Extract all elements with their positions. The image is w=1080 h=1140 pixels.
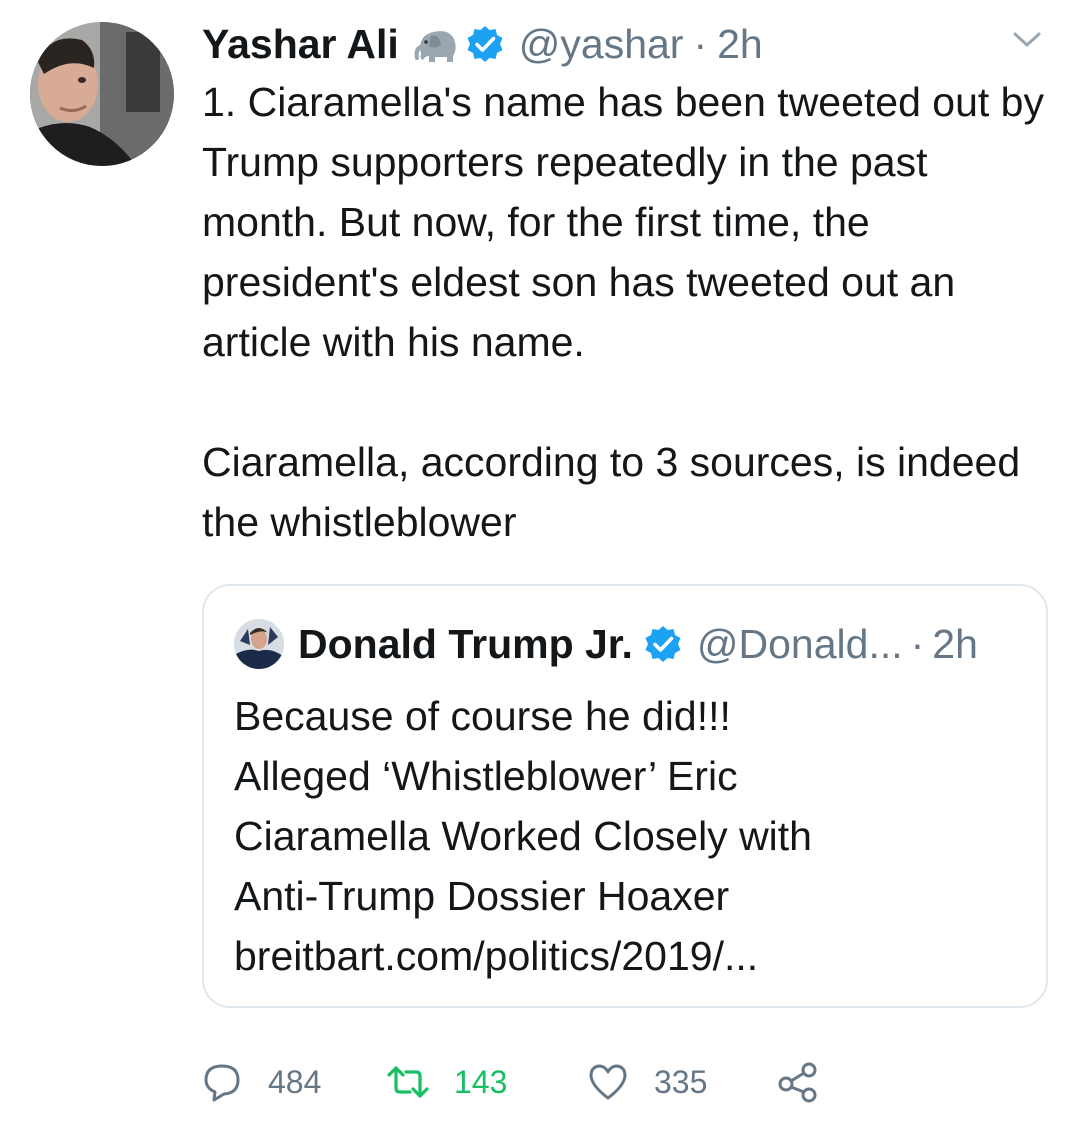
elephant-icon (414, 31, 456, 62)
author-name[interactable]: Yashar Ali (202, 21, 399, 68)
quoted-header-separator: · (910, 620, 925, 667)
like-button[interactable]: 335 (586, 1060, 776, 1104)
verified-badge-icon (645, 626, 681, 662)
quoted-tweet-header: Donald Trump Jr. @Donald... · 2h (234, 614, 978, 674)
tweet[interactable]: Yashar Ali @yashar · 2h 1. Ciaramella's … (0, 0, 1080, 1140)
retweet-count: 143 (454, 1063, 508, 1100)
quoted-timestamp[interactable]: 2h (932, 621, 978, 668)
tweet-text: 1. Ciaramella's name has been tweeted ou… (202, 72, 1062, 552)
quoted-tweet-text: Because of course he did!!! Alleged ‘Whi… (234, 686, 1034, 986)
retweet-button[interactable]: 143 (386, 1060, 586, 1104)
header-separator: · (693, 20, 708, 67)
quoted-text-line: Anti-Trump Dossier Hoaxer (234, 873, 730, 919)
retweet-icon (387, 1066, 429, 1098)
reply-icon (204, 1064, 240, 1102)
author-avatar[interactable] (30, 22, 174, 166)
quoted-text-line: Alleged ‘Whistleblower’ Eric (234, 753, 738, 799)
quoted-tweet[interactable]: Donald Trump Jr. @Donald... · 2h Because… (202, 584, 1048, 1008)
chevron-down-icon[interactable] (1012, 30, 1042, 50)
reply-count: 484 (268, 1063, 322, 1100)
quoted-text-line: Ciaramella Worked Closely with (234, 813, 812, 859)
tweet-timestamp[interactable]: 2h (717, 21, 763, 68)
tweet-paragraph: 1. Ciaramella's name has been tweeted ou… (202, 79, 1044, 365)
verified-badge-icon (467, 26, 503, 62)
quoted-link[interactable]: breitbart.com/politics/2019/... (234, 926, 1034, 986)
tweet-paragraph: Ciaramella, according to 3 sources, is i… (202, 439, 1021, 545)
quoted-author-name[interactable]: Donald Trump Jr. (298, 621, 633, 668)
author-handle[interactable]: @yashar (519, 21, 684, 68)
tweet-header: Yashar Ali @yashar · 2h (202, 14, 763, 74)
reply-button[interactable]: 484 (200, 1060, 380, 1104)
heart-icon (589, 1064, 627, 1100)
share-icon (778, 1062, 817, 1103)
like-count: 335 (654, 1063, 708, 1100)
action-bar: 484 143 335 (200, 1052, 820, 1112)
quoted-author-handle[interactable]: @Donald... (697, 621, 903, 668)
quoted-text-line: Because of course he did!!! (234, 693, 731, 739)
quoted-author-avatar[interactable] (234, 619, 284, 669)
share-button[interactable] (776, 1060, 820, 1104)
